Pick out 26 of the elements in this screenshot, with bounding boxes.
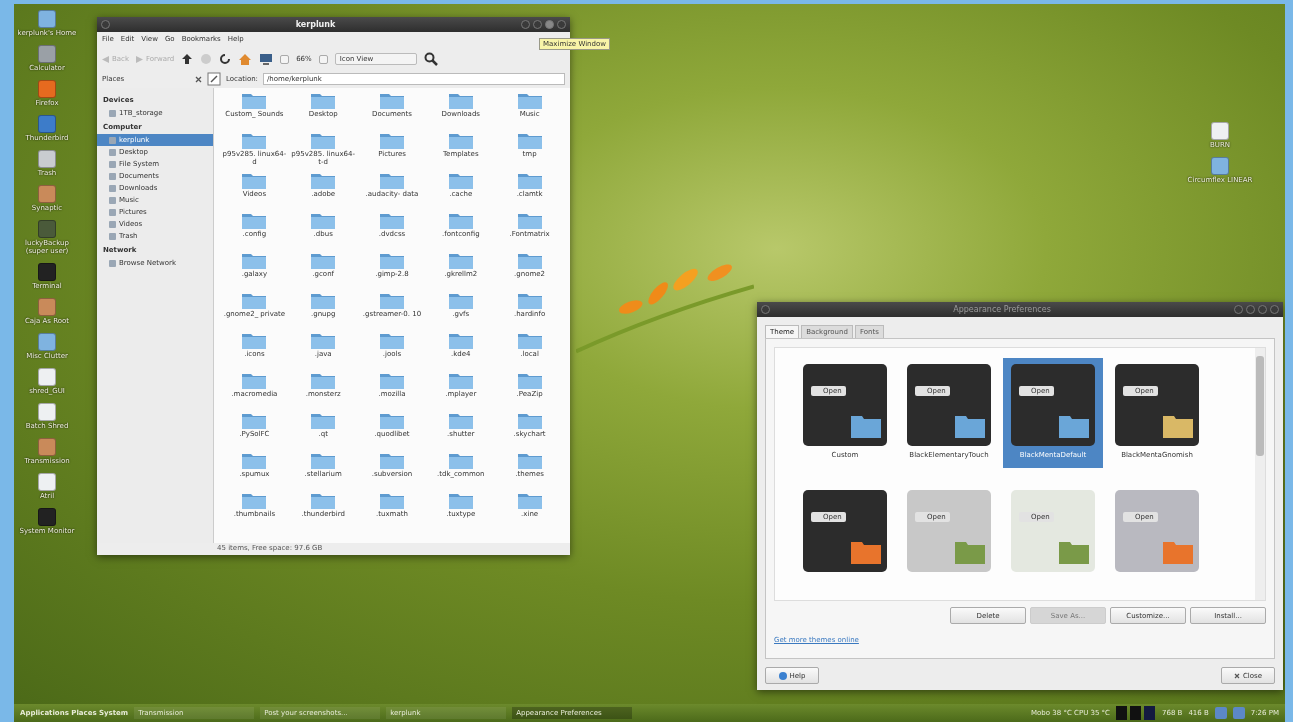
maximize-icon[interactable] [545, 20, 554, 29]
monitor-icon[interactable] [259, 53, 274, 65]
up-arrow-icon[interactable] [181, 53, 194, 65]
scrollbar[interactable] [1255, 348, 1265, 600]
shade-icon[interactable] [1246, 305, 1255, 314]
window-menu-icon[interactable] [761, 305, 770, 314]
tray-icon[interactable] [1232, 707, 1245, 719]
close-icon [1233, 672, 1240, 679]
window-menu-icon[interactable] [101, 20, 110, 29]
forward-arrow-icon [136, 55, 143, 63]
minimize-icon[interactable] [1234, 305, 1243, 314]
zoom-in-button[interactable] [318, 54, 328, 64]
zoom-out-button[interactable] [280, 54, 290, 64]
close-icon[interactable] [195, 75, 202, 83]
reload-icon[interactable] [219, 53, 232, 65]
window-title: Appearance Preferences [952, 305, 1052, 314]
pencil-icon[interactable] [207, 72, 221, 86]
minimize-icon[interactable] [521, 20, 530, 29]
home-icon[interactable] [238, 52, 253, 66]
back-arrow-icon [102, 55, 109, 63]
search-icon[interactable] [423, 52, 438, 66]
shade-icon[interactable] [533, 20, 542, 29]
cpu-graph-drawing [1116, 706, 1156, 720]
window-title: kerplunk [294, 20, 337, 29]
maximize-icon[interactable] [1258, 305, 1267, 314]
tray-icon[interactable] [1214, 707, 1227, 719]
